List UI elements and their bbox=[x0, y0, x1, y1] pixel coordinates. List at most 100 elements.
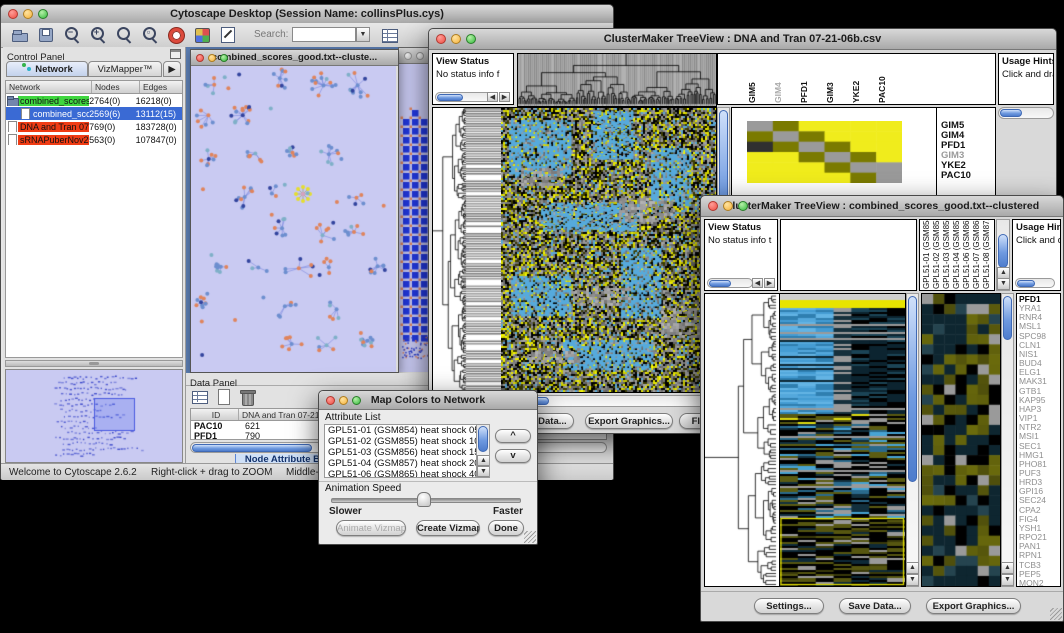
save-data-button[interactable]: Save Data... bbox=[839, 598, 911, 614]
zoom-region-icon[interactable]: ▫ bbox=[140, 25, 160, 45]
row-label[interactable]: SEC1 bbox=[1017, 442, 1060, 451]
row-dendrogram[interactable] bbox=[704, 293, 780, 587]
attribute-list-item[interactable]: GPL51-06 (GSM865) heat shock 40 min bbox=[325, 469, 476, 478]
close-icon[interactable] bbox=[326, 396, 335, 405]
minimize-icon[interactable] bbox=[723, 201, 733, 211]
row-label[interactable]: PFD1 bbox=[1017, 295, 1060, 304]
scroll-down-icon[interactable]: ▼ bbox=[997, 278, 1010, 290]
attribute-list-vscrollbar[interactable]: ▲ ▼ bbox=[476, 425, 489, 477]
search-input[interactable] bbox=[292, 27, 356, 42]
tab-overflow-button[interactable]: ▶ bbox=[163, 61, 181, 77]
settings-button[interactable]: Settings... bbox=[754, 598, 824, 614]
column-label[interactable]: GIM5 bbox=[748, 55, 757, 103]
column-dendrogram[interactable] bbox=[517, 53, 717, 107]
column-label[interactable]: GPL51-07 (GSM868) bbox=[972, 219, 981, 289]
resize-grip[interactable] bbox=[524, 531, 536, 543]
treeview-dna-titlebar[interactable]: ClusterMaker TreeView : DNA and Tran 07-… bbox=[429, 29, 1056, 50]
main-titlebar[interactable]: Cytoscape Desktop (Session Name: collins… bbox=[1, 5, 613, 24]
row-label[interactable]: KAP95 bbox=[1017, 396, 1060, 405]
scroll-up-icon[interactable]: ▲ bbox=[1001, 562, 1014, 574]
row-label[interactable]: PAC10 bbox=[937, 171, 995, 181]
column-label[interactable]: GPL51-06 (GSM865) bbox=[962, 219, 971, 289]
close-icon[interactable] bbox=[708, 201, 718, 211]
row-label[interactable]: CPA2 bbox=[1017, 506, 1060, 515]
scroll-right-icon[interactable]: ▶ bbox=[764, 278, 775, 288]
zoom-window-icon[interactable] bbox=[352, 396, 361, 405]
scroll-thumb[interactable] bbox=[478, 426, 488, 452]
close-icon[interactable] bbox=[196, 54, 204, 62]
scroll-down-icon[interactable]: ▼ bbox=[906, 574, 919, 586]
scroll-up-icon[interactable]: ▲ bbox=[906, 562, 919, 574]
zoom-out-icon[interactable]: − bbox=[62, 25, 82, 45]
column-label[interactable]: GPL51-02 (GSM855) bbox=[932, 219, 941, 289]
scroll-down-icon[interactable]: ▼ bbox=[477, 466, 490, 477]
column-label[interactable]: GPL51-04 (GSM857) bbox=[952, 219, 961, 289]
zoom-in-icon[interactable]: + bbox=[88, 25, 108, 45]
help-icon[interactable] bbox=[166, 25, 186, 45]
row-label[interactable]: CLN1 bbox=[1017, 341, 1060, 350]
export-graphics-button[interactable]: Export Graphics... bbox=[585, 413, 673, 429]
row-label[interactable]: SPC98 bbox=[1017, 332, 1060, 341]
tab-vizmapper[interactable]: VizMapper™ bbox=[88, 61, 162, 77]
map-dialog-titlebar[interactable]: Map Colors to Network bbox=[319, 391, 537, 410]
row-label[interactable]: YRA1 bbox=[1017, 304, 1060, 313]
panel-splitter[interactable] bbox=[5, 360, 183, 367]
attribute-list[interactable]: GPL51-01 (GSM854) heat shock 05 minGPL51… bbox=[324, 424, 490, 478]
heatmap-global-view[interactable] bbox=[501, 107, 717, 393]
network-row[interactable]: DNA and Tran 07769(0)183728(0) bbox=[6, 120, 182, 133]
scroll-left-icon[interactable]: ◀ bbox=[487, 92, 498, 102]
zoom-window-icon[interactable] bbox=[466, 34, 476, 44]
network-table-header[interactable]: Network Nodes Edges bbox=[6, 81, 182, 94]
treeview-combined-titlebar[interactable]: ClusterMaker TreeView : combined_scores_… bbox=[701, 196, 1063, 217]
trash-icon[interactable] bbox=[239, 388, 257, 406]
attribute-list-item[interactable]: GPL51-01 (GSM854) heat shock 05 min bbox=[325, 425, 476, 436]
row-label[interactable]: RPN1 bbox=[1017, 551, 1060, 560]
row-label[interactable]: MAK31 bbox=[1017, 377, 1060, 386]
zoom-heatmap[interactable] bbox=[747, 121, 902, 183]
row-label[interactable]: MON2 bbox=[1017, 579, 1060, 587]
usage-hints-hscrollbar[interactable] bbox=[998, 107, 1054, 119]
attribute-list-item[interactable]: GPL51-02 (GSM855) heat shock 10 min bbox=[325, 436, 476, 447]
row-label[interactable]: RNR4 bbox=[1017, 313, 1060, 322]
scroll-thumb[interactable] bbox=[908, 296, 917, 482]
scroll-thumb[interactable] bbox=[1000, 109, 1022, 117]
column-label[interactable]: PAC10 bbox=[878, 55, 887, 103]
row-label[interactable]: MSL1 bbox=[1017, 322, 1060, 331]
row-label[interactable]: GTB1 bbox=[1017, 387, 1060, 396]
annotation-icon[interactable] bbox=[218, 25, 238, 45]
row-label[interactable]: SEC24 bbox=[1017, 496, 1060, 505]
birdseye-view[interactable] bbox=[5, 369, 183, 463]
minimize-icon[interactable] bbox=[23, 9, 33, 19]
network-canvas[interactable] bbox=[191, 66, 396, 372]
scroll-right-icon[interactable]: ▶ bbox=[499, 92, 510, 102]
network-row[interactable]: sRNAPuberNov2+563(0)107847(0) bbox=[6, 133, 182, 146]
attribute-list-item[interactable]: GPL51-03 (GSM856) heat shock 15 min bbox=[325, 447, 476, 458]
row-label[interactable]: YSH1 bbox=[1017, 524, 1060, 533]
new-page-icon[interactable] bbox=[215, 388, 233, 406]
column-label[interactable]: GPL51-01 (GSM854) bbox=[922, 219, 931, 289]
row-label[interactable]: NIS1 bbox=[1017, 350, 1060, 359]
export-graphics-button[interactable]: Export Graphics... bbox=[926, 598, 1021, 614]
save-icon[interactable] bbox=[36, 25, 56, 45]
scroll-thumb[interactable] bbox=[709, 280, 731, 287]
float-panel-icon[interactable] bbox=[170, 49, 181, 59]
zoom-fit-icon[interactable] bbox=[114, 25, 134, 45]
done-button[interactable]: Done bbox=[488, 520, 524, 536]
minimize-icon[interactable] bbox=[451, 34, 461, 44]
row-label[interactable]: MSI1 bbox=[1017, 432, 1060, 441]
row-label[interactable]: GPI16 bbox=[1017, 487, 1060, 496]
row-label[interactable]: HAP3 bbox=[1017, 405, 1060, 414]
attribute-list-item[interactable]: GPL51-04 (GSM857) heat shock 20 min bbox=[325, 458, 476, 469]
close-icon[interactable] bbox=[8, 9, 18, 19]
table-icon[interactable] bbox=[191, 388, 209, 406]
row-label[interactable]: PAN1 bbox=[1017, 542, 1060, 551]
network-row[interactable]: combined_sco2569(6)13112(15) bbox=[6, 107, 182, 120]
minimize-icon[interactable] bbox=[208, 54, 216, 62]
zoom-window-icon[interactable] bbox=[38, 9, 48, 19]
network-row[interactable]: combined_scores2764(0)16218(0) bbox=[6, 94, 182, 107]
import-table-icon[interactable] bbox=[380, 25, 400, 45]
scroll-thumb[interactable] bbox=[998, 234, 1008, 268]
search-dropdown-icon[interactable]: ▼ bbox=[356, 27, 370, 42]
move-down-button[interactable]: v bbox=[495, 449, 531, 463]
open-icon[interactable] bbox=[10, 25, 30, 45]
